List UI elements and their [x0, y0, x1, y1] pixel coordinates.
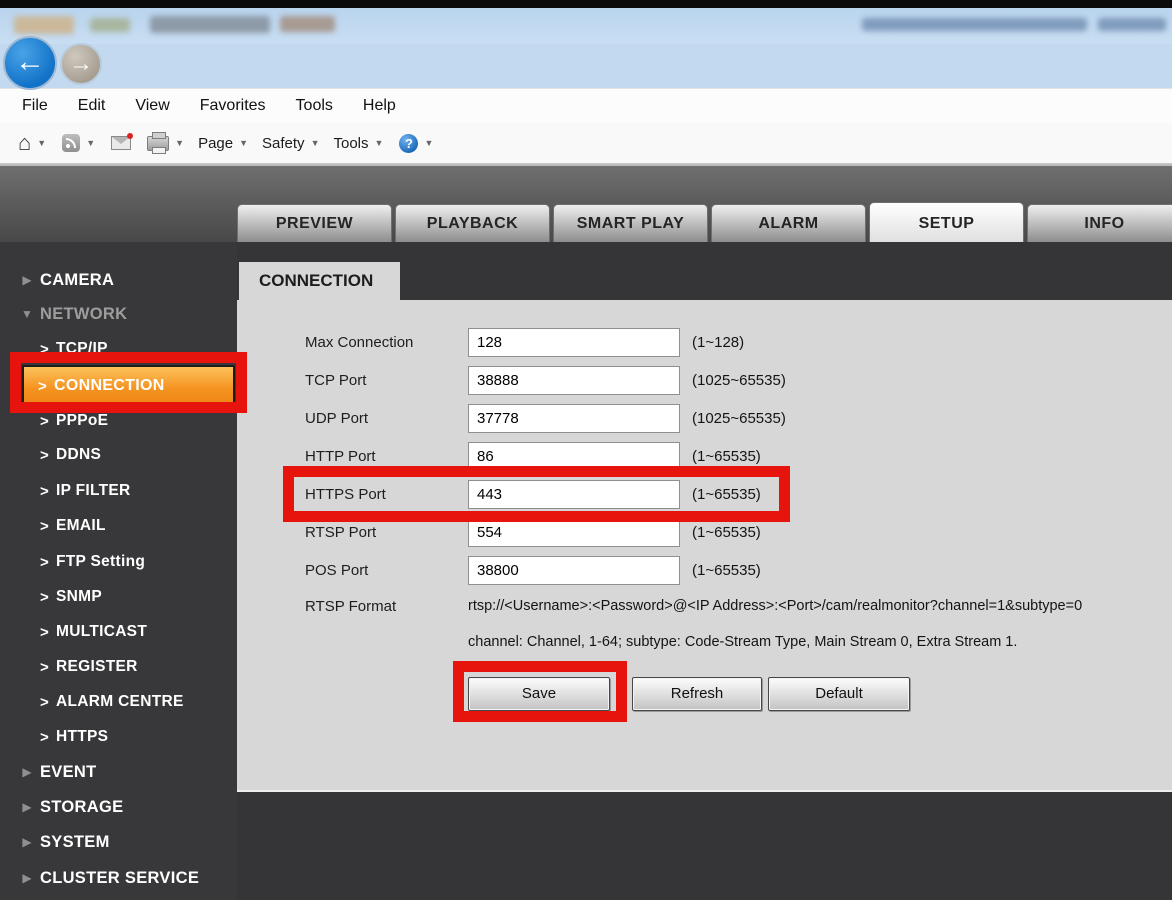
tab-preview[interactable]: PREVIEW [237, 204, 392, 242]
sidebar-item-network[interactable]: ▼ NETWORK [0, 299, 237, 329]
chevron-right-icon: > [40, 693, 49, 711]
back-button[interactable]: ← [3, 36, 57, 90]
menu-favorites[interactable]: Favorites [200, 97, 266, 115]
collapsed-triangle-icon: ▶ [22, 871, 32, 885]
sidebar-item-multicast[interactable]: > MULTICAST [0, 617, 237, 647]
tools-dropdown-caret-icon[interactable]: ▼ [375, 138, 384, 148]
setup-sidebar: ▶ CAMERA ▼ NETWORK > TCP/IP > CONNECTION… [0, 242, 237, 900]
max-connection-range: (1~128) [692, 334, 745, 351]
chevron-right-icon: > [40, 517, 49, 535]
toolbar-icons-blurred [14, 16, 74, 34]
print-icon[interactable] [147, 131, 170, 154]
sidebar-item-ddns[interactable]: > DDNS [0, 440, 237, 470]
annotation-box-save [453, 661, 627, 722]
rss-dropdown-caret-icon[interactable]: ▼ [86, 138, 95, 148]
browser-navigation-row: http://172.16.13.103:86/ ▼ ↻ ZM HTTP 500… [0, 44, 1172, 130]
sidebar-item-event[interactable]: ▶ EVENT [0, 757, 237, 787]
sidebar-item-storage[interactable]: ▶ STORAGE [0, 792, 237, 822]
connection-section-tab[interactable]: CONNECTION [239, 262, 400, 300]
menu-tools[interactable]: Tools [296, 97, 333, 115]
window-title-blurred [1098, 18, 1166, 31]
rtsp-port-label: RTSP Port [305, 524, 377, 541]
home-dropdown-caret-icon[interactable]: ▼ [37, 138, 46, 148]
sidebar-item-snmp[interactable]: > SNMP [0, 582, 237, 612]
rss-feed-icon[interactable] [62, 134, 81, 152]
pos-port-label: POS Port [305, 562, 369, 579]
page-menu-button[interactable]: Page [198, 135, 233, 152]
tab-setup[interactable]: SETUP [869, 202, 1024, 242]
chevron-right-icon: > [40, 658, 49, 676]
chevron-right-icon: > [40, 412, 49, 430]
sidebar-item-system[interactable]: ▶ SYSTEM [0, 827, 237, 857]
annotation-box-connection [10, 352, 247, 413]
menu-file[interactable]: File [22, 97, 48, 115]
tab-playback[interactable]: PLAYBACK [395, 204, 550, 242]
sidebar-item-https[interactable]: > HTTPS [0, 722, 237, 752]
sidebar-item-email[interactable]: > EMAIL [0, 511, 237, 541]
menu-view[interactable]: View [135, 97, 169, 115]
expanded-triangle-icon: ▼ [21, 307, 33, 321]
tab-info[interactable]: INFO [1027, 204, 1172, 242]
max-connection-input[interactable] [468, 328, 680, 357]
mail-icon[interactable] [111, 133, 134, 150]
rtsp-port-input[interactable] [468, 518, 680, 547]
print-dropdown-caret-icon[interactable]: ▼ [175, 138, 184, 148]
safety-dropdown-caret-icon[interactable]: ▼ [311, 138, 320, 148]
main-nav-tabs: PREVIEW PLAYBACK SMART PLAY ALARM SETUP … [237, 202, 1172, 242]
sidebar-item-camera[interactable]: ▶ CAMERA [0, 265, 237, 295]
window-title-blurred [862, 18, 1087, 31]
udp-port-range: (1025~65535) [692, 410, 786, 427]
sidebar-item-alarm-centre[interactable]: > ALARM CENTRE [0, 687, 237, 717]
chevron-right-icon: > [40, 623, 49, 641]
collapsed-triangle-icon: ▶ [22, 273, 32, 287]
udp-port-input[interactable] [468, 404, 680, 433]
menu-edit[interactable]: Edit [78, 97, 106, 115]
window-titlebar [0, 8, 1172, 44]
sidebar-item-register[interactable]: > REGISTER [0, 652, 237, 682]
rtsp-format-note: channel: Channel, 1-64; subtype: Code-St… [468, 634, 1018, 650]
forward-button[interactable]: → [60, 43, 102, 85]
chevron-right-icon: > [40, 446, 49, 464]
tab-alarm[interactable]: ALARM [711, 204, 866, 242]
help-dropdown-caret-icon[interactable]: ▼ [424, 138, 433, 148]
collapsed-triangle-icon: ▶ [22, 800, 32, 814]
rtsp-format-label: RTSP Format [305, 598, 397, 615]
tcp-port-range: (1025~65535) [692, 372, 786, 389]
menu-help[interactable]: Help [363, 97, 396, 115]
tcp-port-input[interactable] [468, 366, 680, 395]
collapsed-triangle-icon: ▶ [22, 765, 32, 779]
browser-commandbar: ⌂ ▼ ▼ ▼ Page ▼ Safety ▼ Tools ▼ ? ▼ [0, 123, 1172, 164]
default-button[interactable]: Default [768, 677, 910, 711]
chevron-right-icon: > [40, 728, 49, 746]
annotation-box-https-port [283, 466, 790, 522]
refresh-button[interactable]: Refresh [632, 677, 762, 711]
page-dropdown-caret-icon[interactable]: ▼ [239, 138, 248, 148]
sidebar-item-ip-filter[interactable]: > IP FILTER [0, 476, 237, 506]
help-icon[interactable]: ? [399, 133, 419, 153]
udp-port-label: UDP Port [305, 410, 369, 427]
window-top-edge [0, 0, 1172, 8]
safety-menu-button[interactable]: Safety [262, 135, 305, 152]
max-connection-label: Max Connection [305, 334, 414, 351]
rtsp-format-value: rtsp://<Username>:<Password>@<IP Address… [468, 598, 1083, 614]
rtsp-port-range: (1~65535) [692, 524, 761, 541]
home-icon[interactable]: ⌂ [18, 132, 31, 154]
browser-menubar: File Edit View Favorites Tools Help [0, 88, 1172, 123]
chevron-right-icon: > [40, 553, 49, 571]
toolbar-icons-blurred [150, 16, 270, 33]
toolbar-icons-blurred [90, 18, 130, 32]
tools-menu-button[interactable]: Tools [333, 135, 368, 152]
connection-form-panel: Max Connection (1~128) TCP Port (1025~65… [237, 300, 1172, 792]
pos-port-range: (1~65535) [692, 562, 761, 579]
toolbar-icons-blurred [280, 16, 335, 32]
chevron-right-icon: > [40, 482, 49, 500]
collapsed-triangle-icon: ▶ [22, 835, 32, 849]
tcp-port-label: TCP Port [305, 372, 367, 389]
chevron-right-icon: > [40, 588, 49, 606]
sidebar-item-ftp-setting[interactable]: > FTP Setting [0, 547, 237, 577]
pos-port-input[interactable] [468, 556, 680, 585]
sidebar-item-cluster-service[interactable]: ▶ CLUSTER SERVICE [0, 863, 237, 893]
tab-smart-play[interactable]: SMART PLAY [553, 204, 708, 242]
